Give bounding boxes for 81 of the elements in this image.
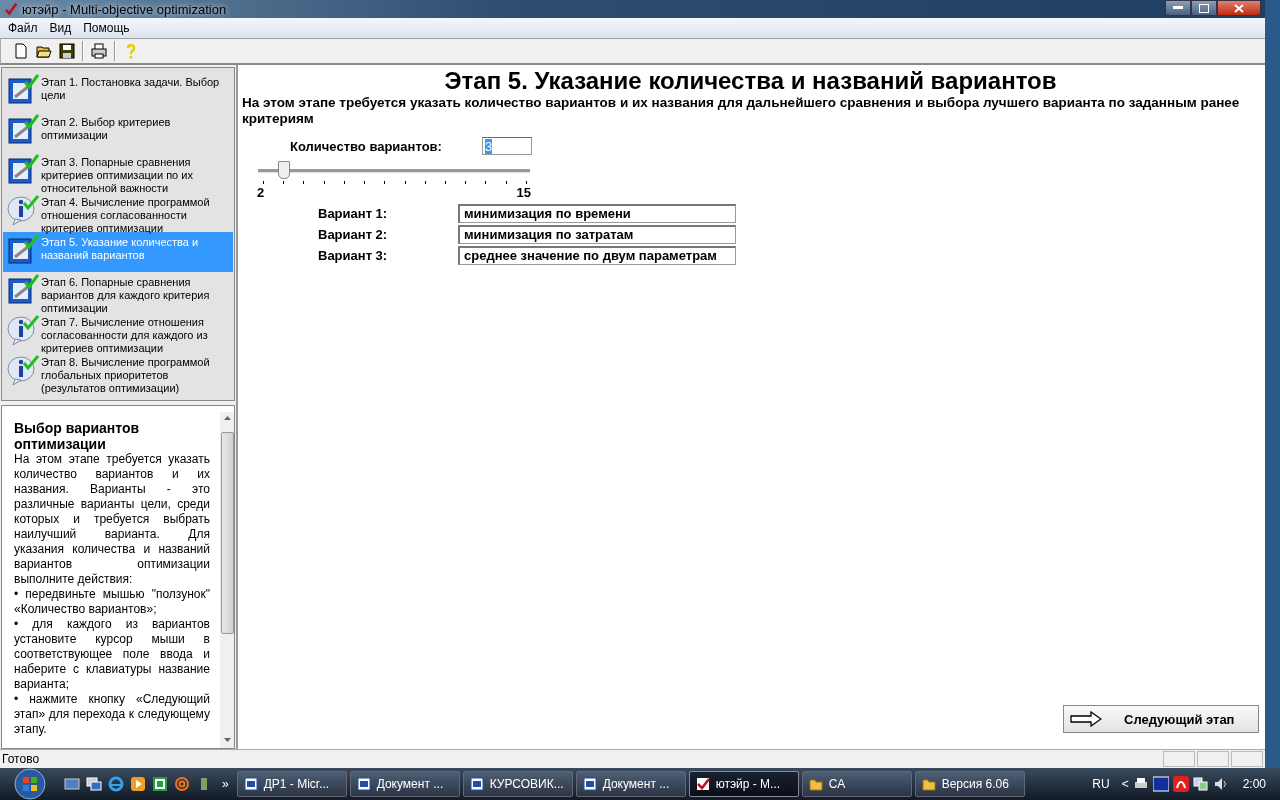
notepad-check-icon [7,234,39,266]
close-icon [1234,3,1244,13]
info-check-icon [7,354,39,386]
checkmark-icon [4,2,18,16]
slider-thumb[interactable] [278,161,291,179]
status-panel [1163,751,1195,767]
language-indicator[interactable]: RU [1092,777,1110,791]
field-label: Вариант 3: [318,248,389,263]
step-item[interactable]: Этап 1. Постановка задачи. Выбор цели [3,72,233,112]
browser-icon[interactable] [108,776,124,792]
open-folder-icon[interactable] [36,43,52,59]
volume-icon[interactable] [1212,776,1229,792]
window-title: ютэйр - Multi-objective optimization [22,1,227,17]
overflow-button[interactable]: » [222,777,229,791]
document-icon [356,777,371,791]
window-switch-icon[interactable] [86,776,102,792]
document-icon [582,777,597,791]
field-label: Вариант 2: [318,227,389,242]
taskbar-button[interactable]: Документ ... [349,771,460,797]
folder-icon [808,777,823,791]
media-player-icon[interactable] [130,776,146,792]
email-icon[interactable] [174,776,190,792]
new-file-icon[interactable] [13,43,29,59]
status-panel [1231,751,1263,767]
step-item[interactable]: Этап 2. Выбор критериев оптимизации [3,112,233,152]
menu-item[interactable]: Файл [2,21,44,35]
help-paragraph: • передвиньте мышью "ползунок" «Количество вариантов»; [14,587,210,617]
scrollbar[interactable] [220,412,234,748]
app-icon[interactable] [152,776,168,792]
status-panel [1197,751,1229,767]
checkmark-icon [695,777,710,791]
document-icon [469,777,484,791]
taskbar-button[interactable]: Документ ... [575,771,686,797]
info-check-icon [7,314,39,346]
tray-expand-button[interactable]: < [1121,777,1129,791]
variant-field[interactable]: минимизация по времени [458,204,736,223]
taskbar-button[interactable]: Версия 6.06 [914,771,1025,797]
next-step-button[interactable]: Следующий этап [1063,705,1259,733]
arrow-icon [1070,711,1102,727]
taskbar-button[interactable]: ютэйр - M... [688,771,799,797]
step-item[interactable]: Этап 6. Попарные сравнения вариантов для каждого критерия оптимизации [3,272,233,312]
variant-field[interactable]: среднее значение по двум параметрам [458,246,736,265]
menu-item[interactable]: Вид [43,21,78,35]
clock: 2:00 [1242,777,1266,791]
scroll-down-icon[interactable] [223,738,231,742]
notepad-check-icon [7,74,39,106]
help-paragraph: На этом этапе требуется указать количество вариантов и их названия. Варианты - это различные варианты цели, среди которых и требуется выбрать наилучший варианта. Для указания количества и названий вариантов оптимизации выполните действия: [14,452,210,587]
slider-max-label: 15 [516,185,531,200]
step-item[interactable]: Этап 3. Попарные сравнения критериев оптимизации по их относительной важности [3,152,233,192]
step-item[interactable]: Этап 4. Вычисление программой отношения согласованности критериев оптимизации [3,192,233,232]
network-icon[interactable] [1192,776,1209,792]
taskbar-button[interactable]: ДР1 - Micr... [236,771,347,797]
notepad-check-icon [7,114,39,146]
status-text: Готово [2,752,41,766]
close-button[interactable] [1217,0,1261,16]
page-heading: Этап 5. Указание количества и названий вариантов [443,67,1058,95]
menu-item[interactable]: Помощь [77,21,136,35]
maximize-icon [1199,3,1209,13]
scroll-up-icon[interactable] [223,416,231,420]
info-check-icon [7,194,39,226]
field-label: Количество вариантов: [290,138,442,154]
desktop-icon[interactable] [64,776,80,792]
help-title: Выбор вариантов оптимизации [14,420,141,452]
notepad-check-icon [7,154,39,186]
maximize-button[interactable] [1191,0,1217,16]
slider-min-label: 2 [257,185,265,200]
document-icon [243,777,258,791]
keyboard-layout-icon[interactable] [1152,776,1169,792]
folder-icon [921,777,936,791]
taskbar-button[interactable]: CA [801,771,912,797]
help-paragraph: • для каждого из вариантов установите курсор мыши в соответствующее поле ввода и наберите с клавиатуры название варианта; [14,617,210,692]
minimize-icon [1173,6,1183,10]
taskbar-button[interactable]: КУРСОВИК... [462,771,573,797]
description: На этом этапе требуется указать количество вариантов и их названия для дальнейшего сравнения и выбора лучшего варианта по заданным ранее критериям [242,95,1241,127]
notepad-check-icon [7,274,39,306]
antivirus-icon[interactable] [1172,776,1189,792]
printer-icon[interactable] [91,43,107,59]
minimize-button[interactable] [1165,0,1191,16]
help-paragraph: • нажмите кнопку «Следующий этап» для перехода к следующему этапу. [14,692,210,737]
field-label: Вариант 1: [318,206,389,221]
variant-field[interactable]: минимизация по затратам [458,225,736,244]
